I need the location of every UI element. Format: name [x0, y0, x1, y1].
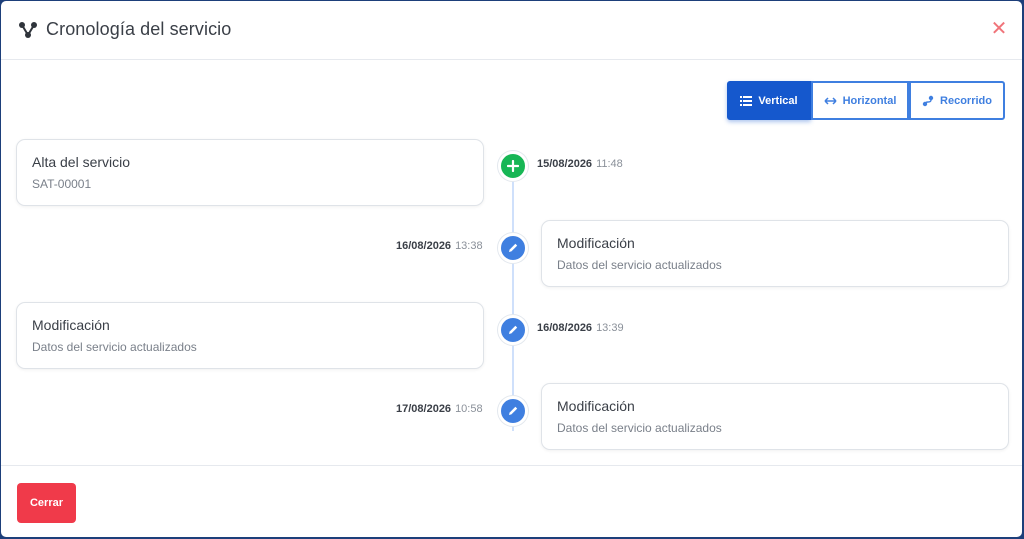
timeline-node: [498, 315, 528, 345]
event-subtitle: Datos del servicio actualizados: [557, 421, 722, 435]
event-date: 15/08/2026: [537, 158, 593, 170]
event-date: 17/08/2026: [396, 403, 452, 415]
timeline-card[interactable]: Modificación Datos del servicio actualiz…: [541, 220, 1009, 287]
timeline-node: [498, 396, 528, 426]
plus-icon: [507, 160, 519, 172]
timeline-node: [498, 233, 528, 263]
vertical-view-button[interactable]: Vertical: [727, 81, 811, 120]
event-time: 13:39: [596, 322, 624, 334]
horizontal-view-label: Horizontal: [842, 94, 897, 107]
sitemap-icon: [19, 22, 37, 38]
pencil-icon: [509, 325, 518, 334]
view-switch: Vertical Horizontal Recorrido: [727, 81, 1005, 120]
event-timestamp: 17/08/2026 10:58: [396, 403, 483, 415]
timeline-card[interactable]: Alta del servicio SAT-00001: [16, 139, 484, 206]
close-button[interactable]: Cerrar: [17, 483, 76, 523]
timeline-axis: [512, 166, 514, 431]
event-timestamp: 16/08/2026 13:39: [537, 322, 624, 334]
pencil-icon: [509, 406, 518, 415]
event-title: Modificación: [557, 235, 635, 251]
horizontal-view-button[interactable]: Horizontal: [811, 81, 909, 120]
event-title: Modificación: [557, 398, 635, 414]
event-timestamp: 16/08/2026 13:38: [396, 240, 483, 252]
event-subtitle: Datos del servicio actualizados: [32, 340, 197, 354]
pencil-icon: [509, 243, 518, 252]
event-time: 13:38: [455, 240, 483, 252]
event-date: 16/08/2026: [537, 322, 593, 334]
list-icon: [740, 95, 753, 106]
event-subtitle: SAT-00001: [32, 177, 92, 191]
route-icon: [922, 95, 934, 106]
event-title: Modificación: [32, 317, 110, 333]
dialog-footer: Cerrar: [1, 465, 1022, 537]
event-subtitle: Datos del servicio actualizados: [557, 258, 722, 272]
dialog-header: Cronología del servicio ✕: [1, 1, 1022, 60]
timeline-card[interactable]: Modificación Datos del servicio actualiz…: [541, 383, 1009, 450]
route-view-button[interactable]: Recorrido: [909, 81, 1005, 120]
timeline-card[interactable]: Modificación Datos del servicio actualiz…: [16, 302, 484, 369]
timeline-dialog: Cronología del servicio ✕ Vertical Horiz…: [1, 1, 1022, 537]
event-time: 10:58: [455, 403, 483, 415]
event-time: 11:48: [596, 158, 623, 170]
timeline-node: [498, 151, 528, 181]
close-icon[interactable]: ✕: [988, 18, 1010, 40]
arrows-horizontal-icon: [824, 96, 837, 105]
event-date: 16/08/2026: [396, 240, 452, 252]
route-view-label: Recorrido: [940, 94, 992, 107]
vertical-view-label: Vertical: [758, 94, 798, 107]
event-title: Alta del servicio: [32, 154, 131, 170]
event-timestamp: 15/08/2026 11:48: [537, 158, 623, 170]
dialog-title: Cronología del servicio: [46, 19, 232, 39]
